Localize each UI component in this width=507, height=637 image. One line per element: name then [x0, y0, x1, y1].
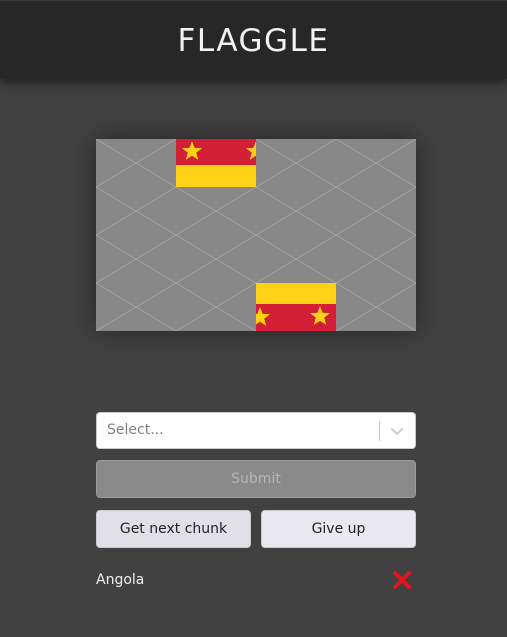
flag-chunk-bottom: [256, 283, 336, 331]
give-up-button[interactable]: Give up: [261, 510, 416, 548]
app-title: FLAGGLE: [177, 23, 330, 59]
submit-button[interactable]: Submit: [96, 460, 416, 498]
chevron-down-icon[interactable]: [387, 421, 407, 441]
wrong-x-icon: [393, 571, 411, 589]
flag-chunk-top: [176, 139, 256, 187]
select-placeholder: Select...: [107, 422, 164, 438]
flag-board-canvas: [96, 139, 416, 331]
flag-board: [96, 139, 416, 331]
select-separator: [379, 421, 380, 441]
guess-country: Angola: [96, 572, 145, 588]
guess-row: Angola: [96, 568, 416, 594]
app-header: FLAGGLE: [0, 0, 507, 79]
country-select[interactable]: Select...: [96, 412, 416, 449]
next-chunk-button[interactable]: Get next chunk: [96, 510, 251, 548]
